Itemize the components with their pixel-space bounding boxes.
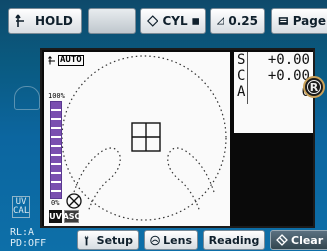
step-label: 0.25 — [228, 14, 258, 28]
step-button[interactable]: 0.25 — [210, 8, 265, 34]
cyl-button[interactable]: CYL — [140, 8, 206, 34]
cyl-label: CYL — [162, 14, 188, 28]
badge-ring — [307, 80, 321, 94]
lens-icon — [150, 235, 160, 245]
hold-label: HOLD — [35, 14, 73, 28]
lens-button[interactable]: Lens — [144, 230, 198, 250]
setup-label: Setup — [96, 233, 133, 247]
readout-value: +0.00 — [267, 52, 310, 68]
lens-position-indicator — [14, 86, 40, 110]
readout-label: C — [237, 68, 246, 84]
auto-tag[interactable]: AUTO — [48, 55, 84, 66]
gauge-top-label: 100% — [48, 92, 65, 100]
uv-cal-line2: CAL — [13, 206, 30, 216]
lens-target-graphic — [61, 55, 227, 221]
right-eye-badge[interactable]: R — [303, 76, 325, 98]
cyl-diamond-icon — [147, 15, 159, 27]
reading-label: Reading — [208, 233, 260, 247]
uv-cal-label[interactable]: UV CAL — [12, 196, 30, 218]
readout-row-cylinder: C +0.00 — [234, 68, 313, 84]
lens-view: AUTO 100% 0% UV ASC — [44, 52, 230, 226]
uv-badge: UV — [49, 210, 62, 223]
measurement-panel: AUTO 100% 0% UV ASC S +0.00 C +0.00 A 0 — [40, 48, 315, 228]
page-label: Page — [292, 14, 326, 28]
status-info: RL:A PD:OFF — [10, 227, 46, 249]
auto-arrows-icon — [48, 56, 55, 65]
step-icon — [217, 16, 225, 25]
eraser-icon — [276, 234, 288, 246]
gauge-bottom-label: 0% — [51, 199, 60, 207]
measurement-readout: S +0.00 C +0.00 A 0 — [234, 52, 313, 133]
clear-button[interactable]: Clear — [270, 230, 327, 250]
auto-label: AUTO — [58, 55, 84, 66]
bottom-toolbar: RL:A PD:OFF Setup Lens Reading Clear — [0, 226, 327, 251]
uv-gauge: 100% — [48, 92, 65, 199]
readout-row-axis: A 0 — [234, 84, 313, 100]
cyl-square-icon — [192, 17, 199, 25]
blank-toolbar-button[interactable] — [88, 8, 136, 34]
wrench-icon — [84, 235, 89, 245]
hold-arrows-icon — [15, 14, 24, 27]
page-button[interactable]: Page — [271, 8, 327, 34]
readout-row-sphere: S +0.00 — [234, 52, 313, 68]
hold-button[interactable]: HOLD — [8, 8, 82, 34]
readout-label: A — [237, 84, 246, 100]
lens-label: Lens — [163, 233, 192, 247]
top-toolbar: HOLD CYL 0.25 Page — [0, 0, 327, 40]
reading-button[interactable]: Reading — [203, 230, 265, 250]
setup-button[interactable]: Setup — [77, 230, 139, 250]
clear-label: Clear — [291, 233, 324, 247]
asc-badge: ASC — [62, 210, 81, 223]
gauge-bar — [50, 101, 62, 199]
readout-label: S — [237, 52, 246, 68]
lensmeter-screen: HOLD CYL 0.25 Page UV CAL AUTO 100% 0% U… — [0, 0, 327, 251]
status-line2: PD:OFF — [10, 238, 47, 249]
status-line1: RL:A — [10, 227, 35, 238]
page-icon — [278, 17, 288, 25]
